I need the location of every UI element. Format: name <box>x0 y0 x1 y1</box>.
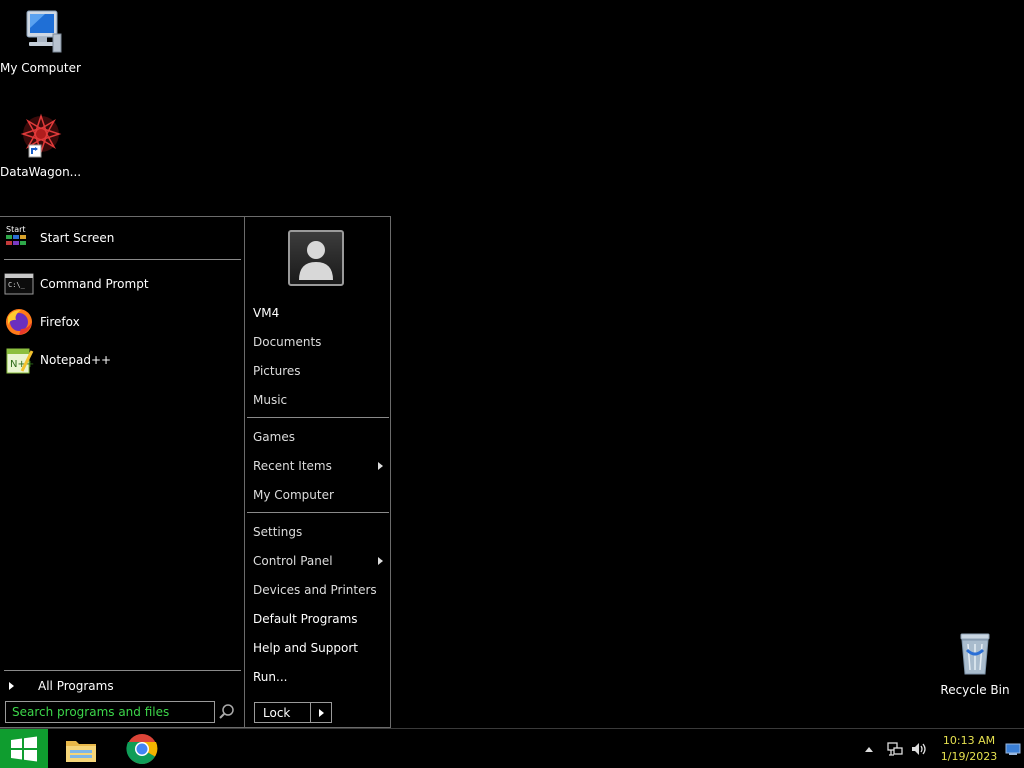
chevron-right-icon <box>9 682 14 690</box>
start-screen-icon: Start <box>4 223 34 253</box>
divider <box>4 259 241 260</box>
chevron-right-icon <box>378 557 383 565</box>
computer-icon <box>26 10 62 53</box>
chrome-icon <box>126 734 158 765</box>
all-programs-button[interactable]: All Programs <box>6 677 114 695</box>
start-button[interactable] <box>0 729 48 768</box>
recycle-bin-icon <box>960 633 990 675</box>
taskbar: 10:13 AM 1/19/2023 <box>0 728 1024 768</box>
svg-text:Start: Start <box>6 225 26 234</box>
menu-default-programs[interactable]: Default Programs <box>253 609 383 629</box>
show-desktop-button[interactable] <box>1004 729 1022 768</box>
menu-label: Recent Items <box>253 459 332 473</box>
show-desktop-icon <box>1005 743 1021 755</box>
search-input[interactable] <box>5 701 215 723</box>
chevron-right-icon <box>378 462 383 470</box>
windows-logo-icon <box>11 736 37 762</box>
power-options-button[interactable] <box>311 703 331 722</box>
search-button[interactable] <box>218 703 236 721</box>
network-icon <box>887 742 903 756</box>
pinned-label: Start Screen <box>40 231 115 245</box>
command-prompt-icon: C:\_ <box>4 269 34 299</box>
menu-devices-printers[interactable]: Devices and Printers <box>253 580 383 600</box>
user-avatar[interactable] <box>288 230 344 286</box>
svg-text:C:\_: C:\_ <box>8 281 26 289</box>
desktop-icon-my-computer[interactable]: My Computer <box>0 8 81 75</box>
menu-label: Control Panel <box>253 554 333 568</box>
clock-date: 1/19/2023 <box>940 750 998 763</box>
start-menu-right-pane: VM4 Documents Pictures Music Games Recen… <box>244 217 390 727</box>
pinned-notepadpp[interactable]: N++ Notepad++ <box>4 343 240 377</box>
taskbar-chrome[interactable] <box>126 733 158 765</box>
start-menu: Start Start Screen C:\_ Command Prompt F… <box>0 216 391 728</box>
user-name-link[interactable]: VM4 <box>253 303 383 323</box>
divider <box>247 512 389 513</box>
divider <box>4 670 241 671</box>
lock-split-button: Lock <box>254 702 332 723</box>
menu-games[interactable]: Games <box>253 427 383 447</box>
all-programs-label: All Programs <box>38 679 114 693</box>
show-hidden-icons-button[interactable] <box>862 729 876 768</box>
clock-time: 10:13 AM <box>942 734 996 747</box>
datawagon-icon <box>20 113 62 158</box>
file-explorer-icon <box>66 741 96 762</box>
menu-my-computer[interactable]: My Computer <box>253 485 383 505</box>
firefox-icon <box>4 307 34 337</box>
desktop-icon-label: My Computer <box>0 61 81 75</box>
menu-documents[interactable]: Documents <box>253 332 383 352</box>
desktop-icon-label: Recycle Bin <box>940 683 1010 697</box>
pinned-label: Firefox <box>40 315 80 329</box>
pinned-label: Notepad++ <box>40 353 112 367</box>
pinned-label: Command Prompt <box>40 277 149 291</box>
menu-run[interactable]: Run... <box>253 667 383 687</box>
show-hidden-icons-icon <box>865 747 873 752</box>
search-icon <box>219 704 234 719</box>
menu-settings[interactable]: Settings <box>253 522 383 542</box>
volume-icon <box>912 743 926 755</box>
desktop-icon-label: DataWagon... <box>0 165 82 179</box>
divider <box>247 417 389 418</box>
pinned-firefox[interactable]: Firefox <box>4 305 240 339</box>
volume-tray-button[interactable] <box>908 729 930 768</box>
notepadpp-icon: N++ <box>4 345 34 375</box>
menu-recent-items[interactable]: Recent Items <box>253 456 383 476</box>
start-menu-left-pane: Start Start Screen C:\_ Command Prompt F… <box>0 217 244 727</box>
clock[interactable]: 10:13 AM 1/19/2023 <box>936 733 1002 765</box>
menu-pictures[interactable]: Pictures <box>253 361 383 381</box>
pinned-command-prompt[interactable]: C:\_ Command Prompt <box>4 267 240 301</box>
desktop-icon-datawagon[interactable]: DataWagon... <box>0 112 82 179</box>
chevron-right-icon <box>318 708 324 717</box>
pinned-start-screen[interactable]: Start Start Screen <box>4 221 240 255</box>
user-icon <box>299 241 333 280</box>
menu-music[interactable]: Music <box>253 390 383 410</box>
desktop-icon-recycle-bin[interactable]: Recycle Bin <box>935 630 1015 697</box>
lock-button[interactable]: Lock <box>255 703 311 722</box>
taskbar-file-explorer[interactable] <box>64 733 96 765</box>
menu-help-support[interactable]: Help and Support <box>253 638 383 658</box>
network-tray-button[interactable] <box>884 729 906 768</box>
menu-control-panel[interactable]: Control Panel <box>253 551 383 571</box>
